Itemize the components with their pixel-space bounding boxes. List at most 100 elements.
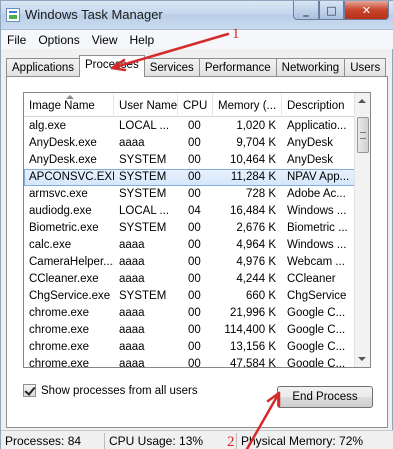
- row-user-name: aaaa: [119, 307, 145, 319]
- table-row[interactable]: armsvc.exe SYSTEM 00 728 K Adobe Ac...: [24, 186, 356, 203]
- table-row[interactable]: chrome.exe aaaa 00 47,584 K Google C...: [24, 356, 356, 368]
- table-row[interactable]: calc.exe aaaa 00 4,964 K Windows ...: [24, 237, 356, 254]
- row-description: Google C...: [287, 341, 346, 353]
- task-manager-window: Windows Task Manager _ □ ✕ File Options …: [0, 0, 393, 449]
- row-description: CCleaner: [287, 273, 336, 285]
- show-all-users-checkbox[interactable]: [23, 384, 36, 397]
- row-description: Google C...: [287, 358, 346, 368]
- row-description: Applicatio...: [287, 120, 347, 132]
- table-row[interactable]: CCleaner.exe aaaa 00 4,244 K CCleaner: [24, 271, 356, 288]
- tab-users[interactable]: Users: [344, 58, 387, 77]
- row-cpu: 00: [188, 256, 201, 268]
- row-image-name: Biometric.exe: [29, 222, 99, 234]
- menu-view[interactable]: View: [86, 33, 124, 47]
- column-image-name[interactable]: Image Name: [24, 93, 114, 117]
- row-cpu: 00: [188, 222, 201, 234]
- row-image-name: armsvc.exe: [29, 188, 88, 200]
- column-memory[interactable]: Memory (...: [213, 93, 282, 117]
- end-process-button[interactable]: End Process: [277, 386, 373, 408]
- row-description: Biometric ...: [287, 222, 348, 234]
- table-row[interactable]: Biometric.exe SYSTEM 00 2,676 K Biometric ..…: [24, 220, 356, 237]
- table-row[interactable]: audiodg.exe LOCAL ... 04 16,484 K Windows ..…: [24, 203, 356, 220]
- table-row[interactable]: ChgService.exe SYSTEM 00 660 K ChgService: [24, 288, 356, 305]
- row-memory: 16,484 K: [229, 205, 276, 217]
- column-cpu[interactable]: CPU: [178, 93, 213, 117]
- row-user-name: SYSTEM: [119, 171, 167, 183]
- scroll-thumb[interactable]: [357, 117, 369, 153]
- row-description: AnyDesk: [287, 154, 334, 166]
- column-user-name[interactable]: User Name: [114, 93, 178, 117]
- row-cpu: 00: [188, 341, 201, 353]
- row-memory: 114,400 K: [224, 324, 276, 336]
- status-bar: Processes: 84 CPU Usage: 13% Physical Me…: [1, 430, 393, 449]
- minimize-button[interactable]: _: [293, 1, 319, 20]
- tab-strip: Applications Processes Services Performa…: [6, 55, 387, 77]
- row-memory: 4,976 K: [236, 256, 276, 268]
- table-row[interactable]: AnyDesk.exe aaaa 00 9,704 K AnyDesk: [24, 135, 356, 152]
- row-memory: 9,704 K: [236, 137, 276, 149]
- row-user-name: LOCAL ...: [119, 120, 170, 132]
- row-cpu: 00: [188, 188, 201, 200]
- row-memory: 10,464 K: [229, 154, 276, 166]
- menu-options[interactable]: Options: [32, 33, 85, 47]
- table-row[interactable]: CameraHelper.... aaaa 00 4,976 K Webcam ...: [24, 254, 356, 271]
- table-row[interactable]: APCONSVC.EXE SYSTEM 00 11,284 K NPAV App...: [24, 169, 356, 186]
- row-cpu: 00: [188, 307, 201, 319]
- row-cpu: 00: [188, 120, 201, 132]
- tab-services[interactable]: Services: [143, 58, 200, 77]
- show-all-users-label: Show processes from all users: [41, 384, 198, 397]
- process-list[interactable]: Image Name User Name CPU Memory (... Des…: [23, 92, 371, 368]
- tab-networking[interactable]: Networking: [275, 58, 346, 77]
- row-user-name: aaaa: [119, 358, 145, 368]
- annotation-label-2: 2: [227, 434, 235, 449]
- row-image-name: calc.exe: [29, 239, 72, 251]
- row-description: Adobe Ac...: [287, 188, 346, 200]
- row-cpu: 00: [188, 137, 201, 149]
- row-image-name: AnyDesk.exe: [29, 154, 97, 166]
- row-image-name: alg.exe: [29, 120, 67, 132]
- row-cpu: 00: [188, 239, 201, 251]
- row-user-name: aaaa: [119, 256, 145, 268]
- scroll-down-icon[interactable]: [358, 357, 366, 361]
- row-image-name: chrome.exe: [29, 341, 90, 353]
- table-row[interactable]: AnyDesk.exe SYSTEM 00 10,464 K AnyDesk: [24, 152, 356, 169]
- close-button[interactable]: ✕: [344, 1, 389, 20]
- row-memory: 21,996 K: [229, 307, 276, 319]
- row-description: Google C...: [287, 307, 346, 319]
- row-user-name: LOCAL ...: [119, 205, 170, 217]
- table-row[interactable]: chrome.exe aaaa 00 114,400 K Google C...: [24, 322, 356, 339]
- table-row[interactable]: chrome.exe aaaa 00 21,996 K Google C...: [24, 305, 356, 322]
- process-rows: alg.exe LOCAL ... 00 1,020 K Applicatio... An…: [24, 118, 356, 368]
- row-user-name: SYSTEM: [119, 222, 167, 234]
- row-description: Windows ...: [287, 205, 347, 217]
- tab-processes[interactable]: Processes: [79, 55, 145, 77]
- row-memory: 4,964 K: [236, 239, 276, 251]
- tab-applications[interactable]: Applications: [6, 58, 81, 77]
- menu-help[interactable]: Help: [124, 33, 161, 47]
- table-row[interactable]: alg.exe LOCAL ... 00 1,020 K Applicatio...: [24, 118, 356, 135]
- row-image-name: AnyDesk.exe: [29, 137, 97, 149]
- annotation-label-1: 1: [232, 26, 240, 42]
- row-cpu: 00: [188, 358, 201, 368]
- title-bar[interactable]: Windows Task Manager _ □ ✕: [1, 1, 393, 30]
- row-user-name: aaaa: [119, 239, 145, 251]
- row-memory: 47,584 K: [229, 358, 276, 368]
- scroll-up-icon[interactable]: [358, 99, 366, 103]
- table-row[interactable]: chrome.exe aaaa 00 13,156 K Google C...: [24, 339, 356, 356]
- tab-performance[interactable]: Performance: [198, 58, 277, 77]
- window-title: Windows Task Manager: [25, 7, 163, 22]
- show-all-users-option[interactable]: Show processes from all users: [23, 384, 198, 397]
- row-memory: 11,284 K: [230, 171, 276, 183]
- menu-file[interactable]: File: [1, 33, 32, 47]
- row-user-name: aaaa: [119, 324, 145, 336]
- vertical-scrollbar[interactable]: [354, 93, 370, 367]
- row-cpu: 00: [188, 324, 201, 336]
- row-image-name: chrome.exe: [29, 307, 90, 319]
- row-image-name: chrome.exe: [29, 324, 90, 336]
- task-manager-icon: [6, 8, 20, 22]
- menu-bar: File Options View Help: [1, 30, 393, 49]
- row-description: AnyDesk: [287, 137, 334, 149]
- status-processes: Processes: 84: [1, 432, 105, 449]
- column-description[interactable]: Description: [282, 93, 356, 117]
- maximize-button[interactable]: □: [319, 1, 344, 20]
